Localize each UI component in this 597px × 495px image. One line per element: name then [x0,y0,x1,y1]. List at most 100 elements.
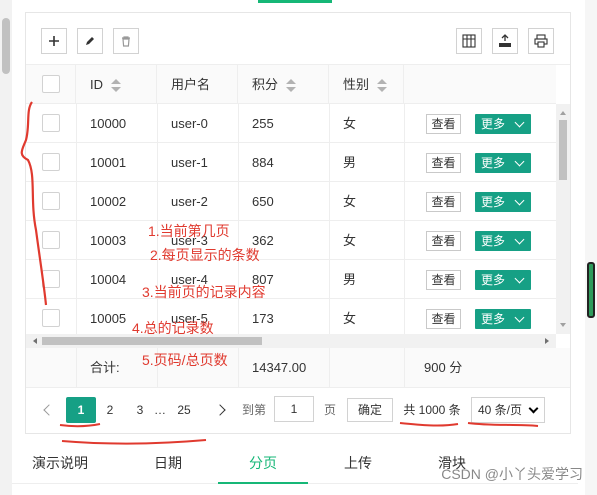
select-all-checkbox[interactable] [42,75,60,93]
tab-pagination[interactable]: 分页 [218,444,308,484]
top-accent-bar [258,0,332,3]
sort-icon[interactable] [286,78,297,93]
table-panel: ID 用户名 积分 性别 10000 user-0 255 女 查看 更多 10… [25,12,571,434]
view-button[interactable]: 查看 [426,270,461,290]
more-label: 更多 [481,195,506,209]
row-checkbox[interactable] [42,192,60,210]
chevron-down-icon [514,312,525,323]
annotation-3: 3.当前页的记录内容 [142,284,266,300]
row-checkbox[interactable] [42,270,60,288]
chevron-down-icon [514,234,525,245]
more-button[interactable]: 更多 [475,192,531,212]
cell-gender: 女 [343,311,357,326]
scroll-down-icon[interactable] [560,323,566,330]
page-button-active[interactable]: 1 [66,397,96,423]
annotation-5: 5.页码/总页数 [142,352,228,368]
more-button[interactable]: 更多 [475,231,531,251]
cell-score: 650 [252,194,274,209]
header-score[interactable]: 积分 [238,65,329,104]
prev-page-icon[interactable] [43,404,55,416]
annotation-1: 1.当前第几页 [148,223,230,239]
scroll-up-icon[interactable] [560,108,566,115]
row-checkbox[interactable] [42,231,60,249]
more-label: 更多 [481,117,506,131]
chevron-down-icon [514,195,525,206]
tab-date[interactable]: 日期 [130,444,206,484]
cell-id: 10004 [90,272,127,287]
more-button[interactable]: 更多 [475,270,531,290]
annotation-2: 2.每页显示的条数 [150,247,260,263]
goto-confirm-button[interactable]: 确定 [347,398,393,422]
view-button[interactable]: 查看 [426,153,461,173]
table-row[interactable]: 10002 user-2 650 女 查看 更多 [26,182,556,221]
right-scrollbar-thumb[interactable] [587,262,595,318]
header-score-label: 积分 [252,77,279,92]
row-checkbox[interactable] [42,309,60,327]
more-label: 更多 [481,273,506,287]
cell-score: 884 [252,155,274,170]
right-scrollbar[interactable] [585,0,597,495]
cell-gender: 女 [343,233,357,248]
view-button[interactable]: 查看 [426,309,461,329]
table-horizontal-scrollbar[interactable] [26,334,556,348]
header-gender[interactable]: 性别 [329,65,404,104]
chevron-down-icon [514,117,525,128]
columns-icon [462,34,476,48]
more-button[interactable]: 更多 [475,153,531,173]
left-scrollbar-thumb[interactable] [2,18,10,74]
next-page-icon[interactable] [214,404,226,416]
table-vertical-scrollbar[interactable] [556,104,570,334]
cell-username: user-2 [171,194,208,209]
cell-gender: 男 [343,155,357,170]
pagination: 1 2 3 … 25 到第 1 页 确定 共 1000 条 40 条/页 [26,389,570,433]
view-button[interactable]: 查看 [426,192,461,212]
export-button[interactable] [492,28,518,54]
table-row[interactable]: 10004 user-4 807 男 查看 更多 [26,260,556,299]
header-id[interactable]: ID [76,65,157,104]
edit-button[interactable] [77,28,103,54]
tab-upload[interactable]: 上传 [318,444,398,484]
more-label: 更多 [481,156,506,170]
more-button[interactable]: 更多 [475,309,531,329]
columns-button[interactable] [456,28,482,54]
row-checkbox[interactable] [42,153,60,171]
total-count: 共 1000 条 [403,403,461,417]
header-username: 用户名 [157,65,238,104]
page-size-value: 40 条/页 [478,403,523,417]
page-suffix: 页 [323,403,336,417]
page-button[interactable]: 25 [172,397,196,423]
table-toolbar [26,13,570,65]
delete-button[interactable] [113,28,139,54]
chevron-down-icon [514,273,525,284]
page-size-select[interactable]: 40 条/页 [471,397,545,423]
table-row[interactable]: 10000 user-0 255 女 查看 更多 [26,104,556,143]
table-vertical-scroll-thumb[interactable] [559,120,567,180]
table-row[interactable]: 10005 user-5 173 女 查看 更多 [26,299,556,334]
print-button[interactable] [528,28,554,54]
cell-gender: 男 [343,272,357,287]
scroll-left-icon[interactable] [30,338,37,344]
header-checkbox-cell [26,65,76,104]
goto-page-input[interactable]: 1 [274,396,314,422]
table-horizontal-scroll-thumb[interactable] [42,337,262,345]
tab-demo[interactable]: 演示说明 [20,444,100,484]
cell-username: user-0 [171,116,208,131]
view-button[interactable]: 查看 [426,114,461,134]
plus-icon [49,36,59,46]
page-ellipsis: … [154,403,166,417]
view-button[interactable]: 查看 [426,231,461,251]
cell-score: 255 [252,116,274,131]
scroll-right-icon[interactable] [545,338,552,344]
table-row[interactable]: 10003 user-3 362 女 查看 更多 [26,221,556,260]
page-button[interactable]: 2 [100,397,120,423]
sort-icon[interactable] [111,78,121,93]
cell-id: 10001 [90,155,127,170]
row-checkbox[interactable] [42,114,60,132]
table-body: 10000 user-0 255 女 查看 更多 10001 user-1 88… [26,104,556,334]
sort-icon[interactable] [377,78,388,93]
add-button[interactable] [41,28,67,54]
more-button[interactable]: 更多 [475,114,531,134]
left-scrollbar[interactable] [0,0,12,495]
table-row[interactable]: 10001 user-1 884 男 查看 更多 [26,143,556,182]
page-button[interactable]: 3 [130,397,150,423]
